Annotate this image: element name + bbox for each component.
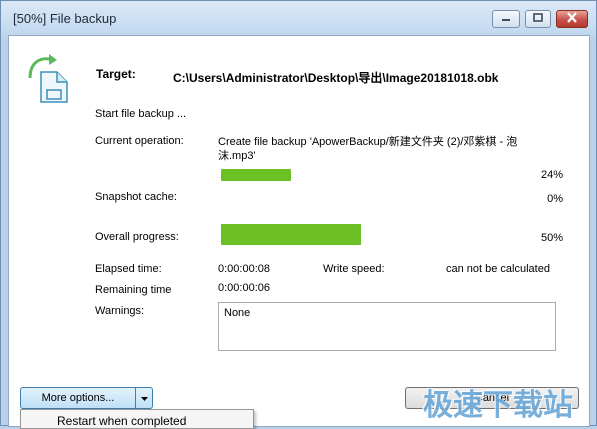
more-options-dropdown-button[interactable] [135,387,153,409]
title-bar[interactable]: [50%] File backup [1,1,597,35]
window-title: [50%] File backup [13,11,117,26]
elapsed-time-label: Elapsed time: [95,263,162,275]
current-operation-progress-bar [221,169,291,181]
backup-file-icon [27,52,79,104]
snapshot-cache-percent: 0% [547,193,563,205]
maximize-button[interactable] [525,10,551,28]
close-icon [566,12,578,26]
overall-progress-bar [221,224,361,245]
warnings-field[interactable]: None [218,302,556,351]
minimize-button[interactable] [492,10,520,28]
close-button[interactable] [556,10,588,28]
target-path: C:\Users\Administrator\Desktop\导出\Image2… [173,71,499,85]
overall-progress-percent: 50% [540,232,563,244]
minimize-icon [501,13,511,25]
current-operation-label: Current operation: [95,135,184,147]
target-label: Target: [96,67,136,81]
warnings-label: Warnings: [95,305,145,317]
more-options-menu: Restart when completed [20,409,254,429]
maximize-icon [533,13,543,25]
more-options-button[interactable]: More options... [20,387,136,409]
remaining-time-value: 0:00:00:06 [218,282,270,294]
write-speed-value: can not be calculated [446,263,550,275]
elapsed-time-value: 0:00:00:08 [218,263,270,275]
overall-progress-label: Overall progress: [95,231,179,243]
watermark-logo: 极速下载站 [423,388,573,423]
write-speed-label: Write speed: [323,263,385,275]
remaining-time-label: Remaining time [95,284,172,296]
current-operation-text: Create file backup 'ApowerBackup/新建文件夹 (… [218,136,518,162]
current-operation-percent: 24% [540,169,563,181]
warnings-value: None [224,307,251,319]
snapshot-cache-label: Snapshot cache: [95,191,177,203]
file-backup-window: [50%] File backup Target: C:\Users\Admin… [0,0,597,429]
chevron-down-icon [140,392,148,404]
status-text: Start file backup ... [95,108,187,120]
